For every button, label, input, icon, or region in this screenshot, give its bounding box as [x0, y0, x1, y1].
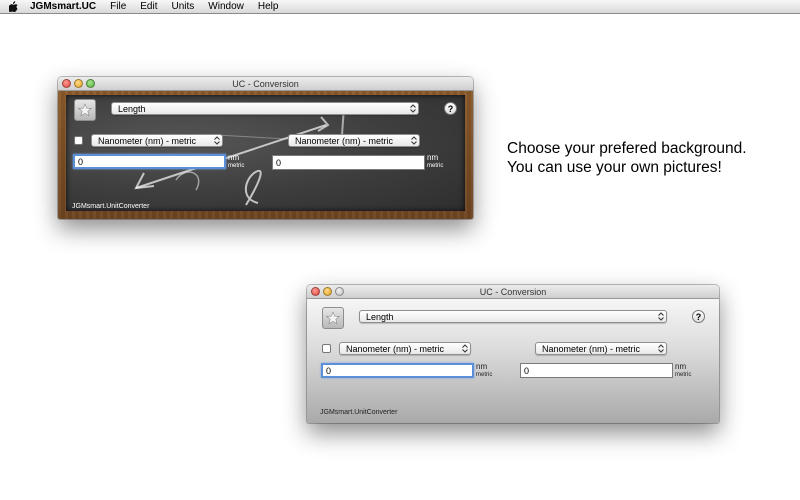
conversion-window-chalkboard: UC - Conversion Length ? Nanometer (nm) … [58, 77, 473, 219]
menu-app-name[interactable]: JGMsmart.UC [26, 0, 103, 14]
from-unit-label: nm metric [228, 154, 244, 170]
zoom-window-icon[interactable] [335, 287, 344, 296]
to-unit-select[interactable]: Nanometer (nm) - metric [288, 134, 420, 147]
close-window-icon[interactable] [311, 287, 320, 296]
menu-window[interactable]: Window [201, 0, 251, 14]
help-button[interactable]: ? [444, 102, 457, 115]
from-unit-abbr: nm [476, 362, 488, 371]
favorite-star-button[interactable] [74, 99, 96, 121]
star-icon [326, 311, 340, 325]
select-stepper-icon [656, 311, 666, 322]
from-unit-select[interactable]: Nanometer (nm) - metric [91, 134, 223, 147]
window-title: UC - Conversion [479, 286, 547, 297]
to-unit-system: metric [427, 163, 444, 169]
window-controls [311, 287, 344, 296]
favorite-star-button[interactable] [322, 307, 344, 329]
menu-file[interactable]: File [103, 0, 133, 14]
window-titlebar[interactable]: UC - Conversion [307, 285, 719, 299]
favorite-checkbox[interactable] [74, 136, 83, 145]
category-select-value: Length [366, 311, 394, 322]
from-value-input[interactable] [73, 154, 226, 169]
window-title: UC - Conversion [232, 78, 299, 89]
to-unit-abbr: nm [675, 362, 687, 371]
menu-units[interactable]: Units [165, 0, 202, 14]
to-unit-system: metric [675, 372, 692, 378]
to-unit-label: nm metric [427, 154, 443, 170]
conversion-window-gray: UC - Conversion Length ? Nanometer (nm) … [307, 285, 719, 423]
minimize-window-icon[interactable] [74, 79, 83, 88]
promo-line-1: Choose your prefered background. [507, 140, 747, 157]
select-stepper-icon [460, 343, 470, 354]
window-controls [62, 79, 95, 88]
window-content: Length ? Nanometer (nm) - metric Nanomet… [58, 91, 473, 219]
to-value-input[interactable] [520, 363, 673, 378]
apple-icon[interactable] [0, 0, 26, 14]
window-titlebar[interactable]: UC - Conversion [58, 77, 473, 91]
menu-help[interactable]: Help [251, 0, 286, 14]
select-stepper-icon [408, 103, 418, 114]
from-unit-system: metric [228, 163, 245, 169]
help-button[interactable]: ? [692, 310, 705, 323]
category-select[interactable]: Length [111, 102, 419, 115]
from-unit-label: nm metric [476, 363, 492, 379]
menu-bar: JGMsmart.UC File Edit Units Window Help [0, 0, 800, 14]
from-unit-system: metric [476, 372, 493, 378]
app-footer-label: JGMsmart.UnitConverter [72, 203, 150, 210]
minimize-window-icon[interactable] [323, 287, 332, 296]
from-unit-select[interactable]: Nanometer (nm) - metric [339, 342, 471, 355]
zoom-window-icon[interactable] [86, 79, 95, 88]
to-unit-label: nm metric [675, 363, 691, 379]
favorite-checkbox[interactable] [322, 344, 331, 353]
window-content: Length ? Nanometer (nm) - metric Nanomet… [307, 299, 719, 423]
category-select[interactable]: Length [359, 310, 667, 323]
to-value-input[interactable] [272, 155, 425, 170]
select-stepper-icon [656, 343, 666, 354]
select-stepper-icon [409, 135, 419, 146]
menu-edit[interactable]: Edit [133, 0, 164, 14]
to-unit-select-value: Nanometer (nm) - metric [542, 343, 641, 354]
to-unit-abbr: nm [427, 153, 439, 162]
close-window-icon[interactable] [62, 79, 71, 88]
to-unit-select-value: Nanometer (nm) - metric [295, 135, 394, 146]
promo-text: Choose your prefered background. You can… [507, 139, 747, 177]
category-select-value: Length [118, 103, 146, 114]
app-footer-label: JGMsmart.UnitConverter [320, 409, 398, 416]
star-icon [78, 103, 92, 117]
select-stepper-icon [212, 135, 222, 146]
from-unit-select-value: Nanometer (nm) - metric [346, 343, 445, 354]
to-unit-select[interactable]: Nanometer (nm) - metric [535, 342, 667, 355]
from-unit-abbr: nm [228, 153, 240, 162]
from-value-input[interactable] [321, 363, 474, 378]
promo-line-2: You can use your own pictures! [507, 159, 722, 176]
from-unit-select-value: Nanometer (nm) - metric [98, 135, 197, 146]
